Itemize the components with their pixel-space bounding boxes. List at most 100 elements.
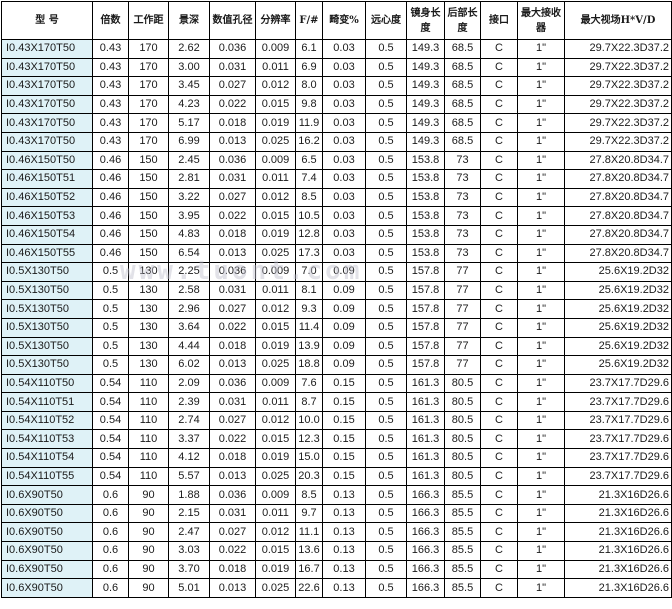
cell-distortion: 0.09 (322, 336, 366, 357)
cell-mount: C (480, 410, 518, 431)
cell-max-sensor: 1" (517, 392, 565, 412)
cell-body-length: 166.3 (406, 559, 445, 580)
spec-table: 型 号倍数 工作距 景深 数值孔径 分辨率 F/# 畸变% 远心度 镜身长度 后部长度 接口 最大接收… (1, 1, 672, 598)
cell-max-fov: 21.3X16D26.6 (564, 559, 672, 580)
cell-max-fov: 21.3X16D26.6 (564, 541, 672, 561)
cell-distortion: 0.15 (322, 466, 366, 487)
cell-f-number: 18.8 (295, 355, 323, 375)
cell-distortion: 0.15 (322, 448, 366, 468)
cell-max-sensor: 1" (517, 131, 565, 152)
cell-resolution: 0.015 (255, 317, 296, 338)
cell-rear-length: 85.5 (444, 541, 481, 561)
cell-rear-length: 85.5 (444, 559, 481, 580)
table-row: I0.6X90T50 0.6 90 5.01 0.013 0.025 22.6 0.13 0.5… (1, 578, 672, 598)
table-row: I0.46X150T52 0.46 150 3.22 0.027 0.012 8.5 0.03… (1, 187, 672, 208)
cell-max-sensor: 1" (517, 485, 565, 505)
cell-numerical-aperture: 0.036 (209, 262, 256, 282)
table-row: I0.6X90T50 0.6 90 2.47 0.027 0.012 11.1 0.13 0.5… (1, 522, 672, 543)
cell-distortion: 0.03 (322, 39, 366, 59)
cell-f-number: 9.3 (295, 299, 323, 319)
cell-distortion: 0.03 (322, 94, 366, 115)
cell-telecentricity: 0.5 (365, 522, 407, 543)
cell-telecentricity: 0.5 (365, 262, 407, 282)
cell-model: I0.43X170T50 (1, 94, 93, 115)
cell-model: I0.43X170T50 (1, 113, 93, 133)
cell-model: I0.43X170T50 (1, 57, 93, 78)
cell-numerical-aperture: 0.013 (209, 578, 256, 598)
cell-body-length: 149.3 (406, 94, 445, 115)
cell-telecentricity: 0.5 (365, 280, 407, 301)
table-row: I0.46X150T54 0.46 150 4.83 0.018 0.019 12.8 0.0… (1, 224, 672, 245)
table-header-row: 型 号倍数 工作距 景深 数值孔径 分辨率 F/# 畸变% 远心度 镜身长度 后部长度 接口 最大接收… (1, 1, 672, 40)
cell-telecentricity: 0.5 (365, 559, 407, 580)
cell-max-sensor: 1" (517, 522, 565, 543)
cell-rear-length: 85.5 (444, 522, 481, 543)
cell-max-sensor: 1" (517, 224, 565, 245)
cell-magnification: 0.6 (92, 522, 129, 543)
cell-model: I0.43X170T50 (1, 39, 93, 59)
cell-max-sensor: 1" (517, 57, 565, 78)
cell-rear-length: 77 (444, 299, 481, 319)
cell-max-fov: 25.6X19.2D32 (564, 336, 672, 357)
cell-telecentricity: 0.5 (365, 503, 407, 524)
cell-distortion: 0.09 (322, 355, 366, 375)
cell-resolution: 0.012 (255, 187, 296, 208)
cell-mount: C (480, 243, 518, 264)
cell-depth-of-field: 3.45 (168, 76, 210, 96)
cell-max-sensor: 1" (517, 448, 565, 468)
cell-working-distance: 130 (128, 280, 169, 301)
table-row: I0.6X90T50 0.6 90 2.15 0.031 0.011 9.7 0.13 0.5 1… (1, 503, 672, 524)
cell-model: I0.46X150T54 (1, 224, 93, 245)
table-row: I0.5X130T50 0.5 130 4.44 0.018 0.019 13.9 0.09 0… (1, 336, 672, 357)
cell-model: I0.6X90T50 (1, 578, 93, 598)
cell-distortion: 0.15 (322, 392, 366, 412)
cell-max-sensor: 1" (517, 187, 565, 208)
cell-numerical-aperture: 0.022 (209, 94, 256, 115)
cell-max-fov: 29.7X22.3D37.2 (564, 39, 672, 59)
cell-numerical-aperture: 0.013 (209, 355, 256, 375)
cell-numerical-aperture: 0.022 (209, 206, 256, 226)
cell-rear-length: 77 (444, 262, 481, 282)
cell-resolution: 0.009 (255, 262, 296, 282)
cell-distortion: 0.15 (322, 429, 366, 450)
cell-magnification: 0.6 (92, 485, 129, 505)
cell-depth-of-field: 6.54 (168, 243, 210, 264)
cell-depth-of-field: 6.02 (168, 355, 210, 375)
cell-distortion: 0.13 (322, 559, 366, 580)
cell-working-distance: 170 (128, 113, 169, 133)
header-rear-length: 后部长度 (444, 1, 481, 40)
cell-magnification: 0.5 (92, 299, 129, 319)
cell-f-number: 12.3 (295, 429, 323, 450)
cell-mount: C (480, 578, 518, 598)
cell-body-length: 157.8 (406, 317, 445, 338)
cell-depth-of-field: 2.39 (168, 392, 210, 412)
table-row: I0.43X170T50 0.43 170 4.23 0.022 0.015 9.8 0.03… (1, 94, 672, 115)
cell-f-number: 8.0 (295, 76, 323, 96)
cell-max-fov: 25.6X19.2D32 (564, 262, 672, 282)
cell-body-length: 149.3 (406, 57, 445, 78)
cell-working-distance: 110 (128, 392, 169, 412)
cell-model: I0.46X150T55 (1, 243, 93, 264)
cell-working-distance: 110 (128, 466, 169, 487)
cell-body-length: 149.3 (406, 131, 445, 152)
cell-distortion: 0.13 (322, 578, 366, 598)
cell-telecentricity: 0.5 (365, 336, 407, 357)
cell-telecentricity: 0.5 (365, 224, 407, 245)
cell-mount: C (480, 336, 518, 357)
table-row: I0.46X150T51 0.46 150 2.81 0.031 0.011 7.4 0.03… (1, 169, 672, 189)
cell-resolution: 0.025 (255, 131, 296, 152)
cell-max-fov: 25.6X19.2D32 (564, 299, 672, 319)
cell-magnification: 0.46 (92, 224, 129, 245)
cell-model: I0.54X110T51 (1, 392, 93, 412)
cell-mount: C (480, 317, 518, 338)
cell-distortion: 0.15 (322, 410, 366, 431)
table-row: I0.5X130T50 0.5 130 6.02 0.013 0.025 18.8 0.09 0… (1, 355, 672, 375)
cell-body-length: 166.3 (406, 503, 445, 524)
cell-working-distance: 170 (128, 94, 169, 115)
cell-max-sensor: 1" (517, 39, 565, 59)
cell-max-fov: 27.8X20.8D34.7 (564, 206, 672, 226)
cell-magnification: 0.6 (92, 559, 129, 580)
cell-body-length: 157.8 (406, 336, 445, 357)
cell-distortion: 0.09 (322, 317, 366, 338)
cell-f-number: 17.3 (295, 243, 323, 264)
